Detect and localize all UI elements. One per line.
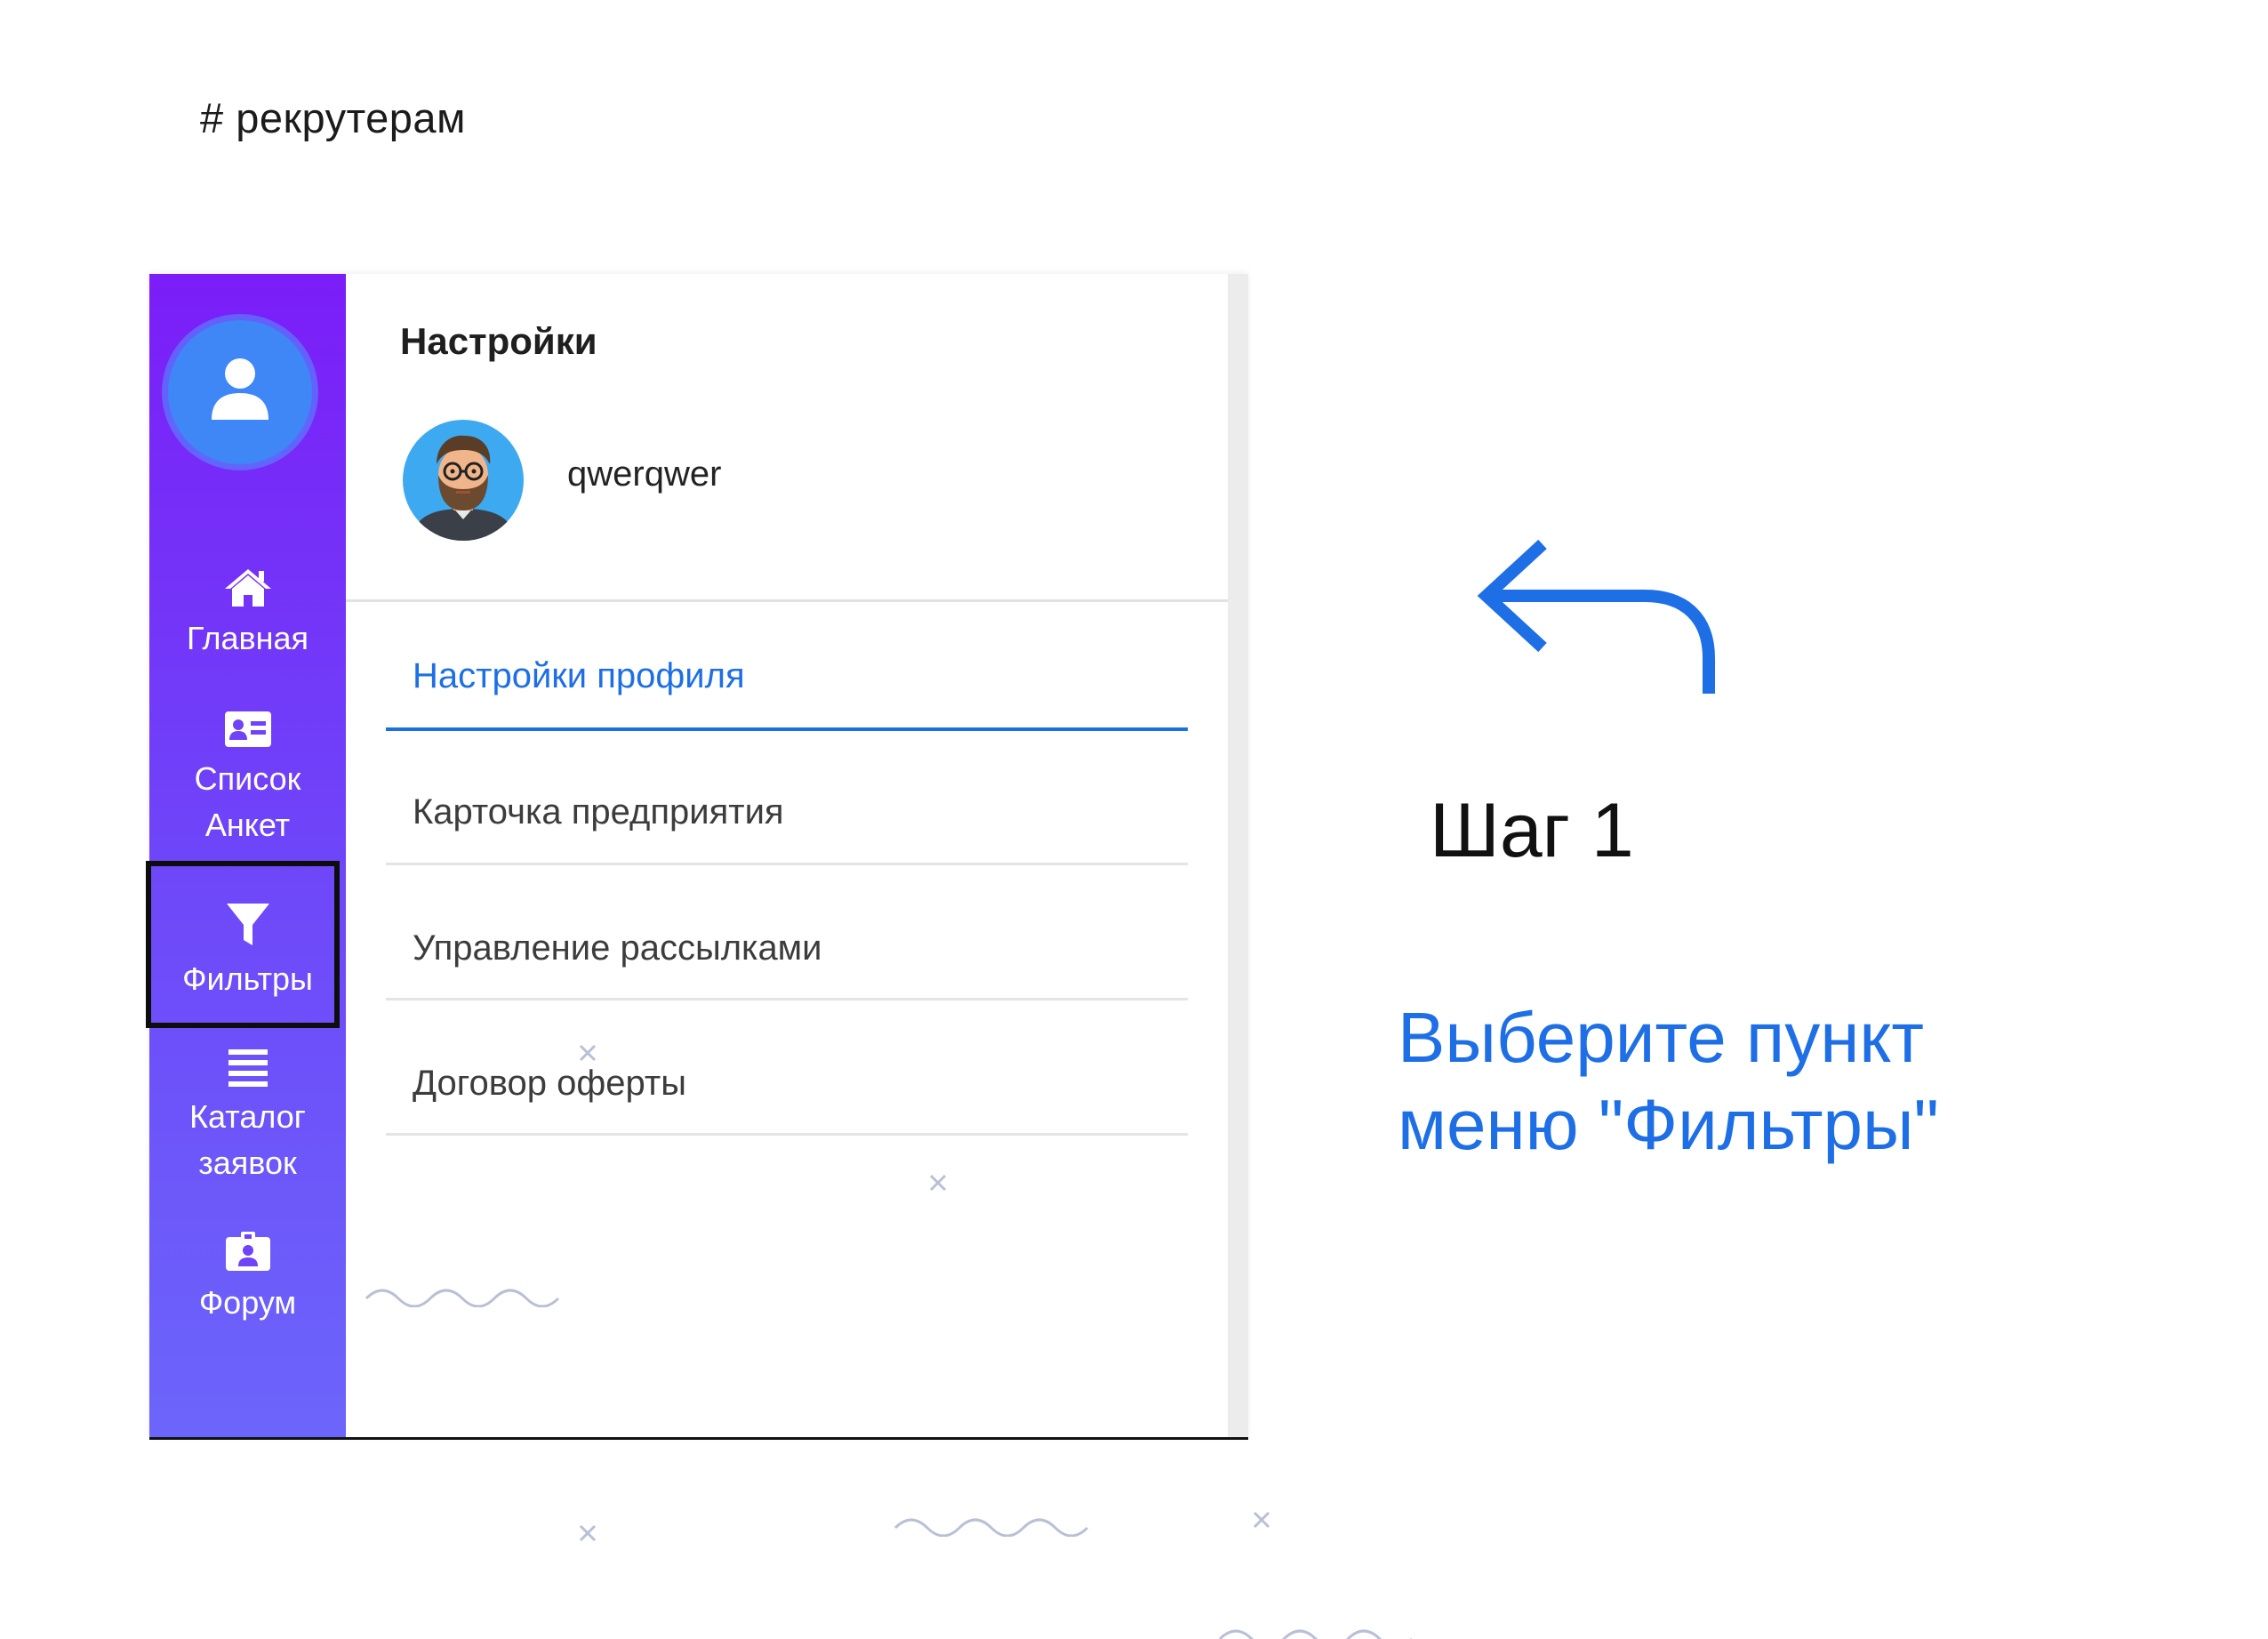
menu-item-label: Управление рассылками (413, 928, 822, 968)
sidebar-item-forum[interactable]: Форум (149, 1230, 346, 1326)
sidebar-item-label: Каталог (189, 1098, 306, 1135)
profile-avatar (403, 420, 524, 541)
sidebar: Главная Список Анкет Фильтры Каталог зая… (146, 274, 346, 1439)
instruction-line-1: Выберите пункт (1398, 998, 1924, 1077)
menu-item-profile-settings[interactable]: Настройки профиля (386, 656, 1188, 731)
sidebar-item-catalog[interactable]: Каталог заявок (149, 1048, 346, 1186)
instruction-line-2: меню "Фильтры" (1398, 1085, 1939, 1164)
step-label: Шаг 1 (1430, 788, 1634, 873)
back-arrow-icon (1477, 539, 1715, 694)
sidebar-item-label: Список (194, 760, 301, 797)
cross-decoration (579, 1524, 597, 1542)
cross-decoration (1253, 1511, 1270, 1529)
sidebar-item-label: Форум (198, 1284, 297, 1321)
home-icon (224, 569, 271, 607)
cross-decoration (579, 1044, 597, 1062)
active-underline (386, 727, 1188, 731)
page: # рекрутерам Главная Список Анкет Фильтр… (0, 0, 2268, 1639)
sidebar-item-label-2: Анкет (204, 807, 291, 843)
wave-decoration (365, 1289, 560, 1307)
divider (386, 1133, 1188, 1136)
hashtag-label: # рекрутерам (200, 94, 466, 141)
sidebar-item-list[interactable]: Список Анкет (149, 710, 346, 848)
menu-item-company-card[interactable]: Карточка предприятия (386, 792, 1188, 865)
menu-item-label: Карточка предприятия (413, 792, 784, 832)
badge-icon (225, 1232, 270, 1271)
filters-highlight-box (146, 861, 340, 1028)
list-icon (228, 1049, 268, 1087)
instruction-text: Выберите пункт меню "Фильтры" (1398, 994, 2109, 1169)
menu-item-mailing-management[interactable]: Управление рассылками (386, 928, 1188, 1000)
divider (386, 998, 1188, 1000)
menu-item-label: Настройки профиля (413, 656, 745, 695)
sidebar-item-home[interactable]: Главная (149, 567, 346, 662)
divider (386, 863, 1188, 865)
sidebar-item-label: Главная (186, 620, 309, 656)
app-bottom-border (149, 1437, 1248, 1440)
cross-decoration (929, 1174, 947, 1192)
user-avatar[interactable] (168, 320, 312, 464)
wave-decoration (894, 1518, 1089, 1537)
id-card-icon (224, 711, 271, 747)
menu-item-label: Договор оферты (413, 1064, 686, 1103)
user-icon (212, 358, 268, 420)
scrollbar[interactable] (1228, 274, 1248, 1439)
username: qwerqwer (567, 454, 722, 494)
menu-item-offer-agreement[interactable]: Договор оферты (386, 1064, 1188, 1136)
sidebar-item-label-2: заявок (198, 1145, 297, 1181)
page-title: Настройки (400, 320, 597, 362)
wave-decoration (1218, 1629, 1412, 1639)
app-screenshot: Главная Список Анкет Фильтры Каталог зая… (146, 274, 1248, 1439)
divider (346, 599, 1228, 602)
